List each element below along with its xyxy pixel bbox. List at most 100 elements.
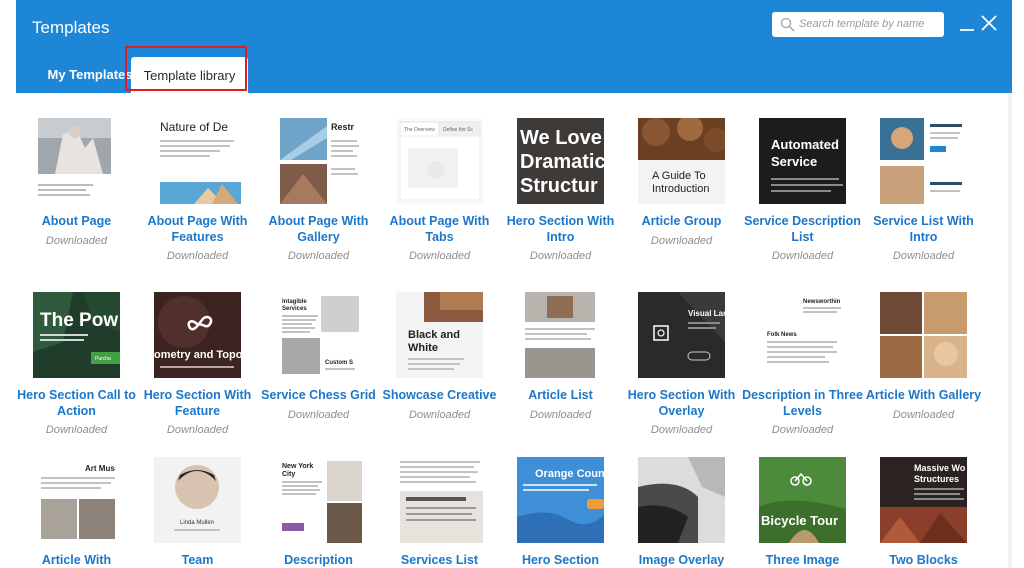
template-card[interactable]: Intagible Services Custom S Service Ches… — [258, 292, 379, 421]
thumb-text: Linda Mullen — [180, 520, 214, 526]
template-thumbnail: Newsworthin Folk News — [759, 292, 846, 378]
template-name: About Page With Tabs — [389, 214, 490, 244]
template-card[interactable]: The Overview Define the Sc About Page Wi… — [379, 118, 500, 262]
template-card[interactable]: Image Overlay — [621, 457, 742, 568]
template-status: Downloaded — [408, 408, 471, 421]
template-name: Service Chess Grid — [261, 388, 376, 402]
template-card[interactable]: Visual Lan Hero Section With Overlay Dow… — [621, 292, 742, 436]
template-name: Image Overlay — [638, 553, 725, 567]
template-status: Downloaded — [166, 250, 229, 262]
template-card[interactable]: Article List Downloaded — [500, 292, 621, 421]
template-card[interactable]: Newsworthin Folk News Description in Thr… — [742, 292, 863, 436]
template-card[interactable]: Bicycle Tour Three Image — [742, 457, 863, 568]
template-card[interactable]: Nature of De About Page With Features Do… — [137, 118, 258, 262]
template-thumbnail: We Love Dramatic Structur — [517, 118, 604, 204]
tab-my-templates[interactable]: My Templates — [34, 55, 146, 93]
template-thumbnail: Art Mus — [33, 457, 120, 543]
template-status: Downloaded — [287, 250, 350, 262]
template-thumbnail: New York City — [275, 457, 362, 543]
template-name: Description — [284, 553, 353, 567]
thumb-text: Newsworthin — [803, 299, 841, 305]
template-thumbnail — [880, 118, 967, 204]
template-thumbnail: The Pow Purcha — [33, 292, 120, 378]
template-status: Downloaded — [166, 424, 229, 436]
thumb-text: Folk News — [767, 332, 797, 338]
dialog-title: Templates — [32, 18, 110, 37]
thumb-text: Bicycle Tour — [761, 513, 838, 528]
template-card[interactable]: ometry and Topol Hero Section With Featu… — [137, 292, 258, 436]
template-status: Downloaded — [650, 424, 713, 436]
template-thumbnail: The Overview Define the Sc — [396, 118, 483, 204]
template-status: Downloaded — [287, 408, 350, 421]
template-thumbnail — [396, 457, 483, 543]
template-status: Downloaded — [892, 250, 955, 262]
template-thumbnail — [880, 292, 967, 378]
template-status: Downloaded — [892, 408, 955, 421]
thumb-text: The Pow — [40, 310, 118, 331]
template-name: Two Blocks — [889, 553, 958, 567]
template-name: About Page — [41, 214, 112, 228]
thumb-text: Intagible Services — [282, 299, 308, 312]
template-status: Downloaded — [529, 250, 592, 262]
template-name: Three Image — [765, 553, 840, 567]
template-thumbnail: Orange Count — [517, 457, 604, 543]
thumb-text: Visual Lan — [688, 309, 725, 318]
search-box[interactable] — [772, 12, 944, 37]
thumb-text: ometry and Topol — [154, 349, 241, 361]
search-input[interactable] — [799, 15, 939, 33]
template-name: About Page With Features — [147, 214, 248, 244]
close-icon[interactable] — [980, 14, 998, 32]
thumb-text: Art Mus — [85, 464, 115, 473]
thumb-text: Custom S — [325, 360, 353, 366]
template-name: Team — [181, 553, 214, 567]
template-card[interactable]: Automated Service Service Description Li… — [742, 118, 863, 262]
template-thumbnail: A Guide To Introduction — [638, 118, 725, 204]
template-card[interactable]: Linda Mullen Team — [137, 457, 258, 568]
template-thumbnail — [638, 457, 725, 543]
thumb-text: A Guide To Introduction — [652, 170, 709, 195]
dialog-header: Templates My Templates Template library — [16, 0, 1012, 93]
template-name: Article Group — [641, 214, 722, 228]
template-name: About Page With Gallery — [268, 214, 369, 244]
template-card[interactable]: Services List — [379, 457, 500, 568]
template-thumbnail: Bicycle Tour — [759, 457, 846, 543]
thumb-text: Define the Sc — [443, 127, 474, 133]
template-card[interactable]: Orange Count Hero Section — [500, 457, 621, 568]
template-status: Downloaded — [408, 250, 471, 262]
template-status: Downloaded — [650, 234, 713, 247]
template-card[interactable]: Service List With Intro Downloaded — [863, 118, 984, 262]
template-thumbnail: Automated Service — [759, 118, 846, 204]
template-name: Showcase Creative — [382, 388, 497, 402]
template-thumbnail: Black and White — [396, 292, 483, 378]
template-card[interactable]: Black and White Showcase Creative Downlo… — [379, 292, 500, 421]
template-name: Services List — [400, 553, 479, 567]
tab-template-library[interactable]: Template library — [131, 57, 248, 93]
template-thumbnail: Massive Wo Structures — [880, 457, 967, 543]
template-card[interactable]: About Page Downloaded — [16, 118, 137, 247]
scrollbar-track[interactable] — [1008, 93, 1012, 568]
template-card[interactable]: We Love Dramatic Structur Hero Section W… — [500, 118, 621, 262]
thumb-text: Purcha — [95, 356, 111, 362]
template-name: Service List With Intro — [873, 214, 974, 244]
template-card[interactable]: Massive Wo Structures Two Blocks — [863, 457, 984, 568]
template-thumbnail: Linda Mullen — [154, 457, 241, 543]
template-card[interactable]: A Guide To Introduction Article Group Do… — [621, 118, 742, 247]
template-status: Downloaded — [45, 234, 108, 247]
template-card[interactable]: Article With Gallery Downloaded — [863, 292, 984, 421]
template-name: Article With Gallery — [865, 388, 982, 402]
template-name: Hero Section With Intro — [506, 214, 615, 244]
template-name: Article List — [528, 388, 593, 402]
template-thumbnail: Nature of De — [154, 118, 241, 204]
template-name: Article With — [41, 553, 112, 567]
thumb-text: Restr — [331, 122, 355, 132]
templates-dialog: Templates My Templates Template library — [16, 0, 1012, 568]
template-card[interactable]: Restr About Page With Gallery Downloaded — [258, 118, 379, 262]
template-name: Hero Section With Overlay — [627, 388, 736, 418]
template-status: Downloaded — [45, 424, 108, 436]
minimize-icon[interactable] — [959, 20, 975, 36]
template-card[interactable]: Art Mus Article With — [16, 457, 137, 568]
template-card[interactable]: The Pow Purcha Hero Section Call to Acti… — [16, 292, 137, 436]
template-card[interactable]: New York City Description — [258, 457, 379, 568]
template-name: Description in Three Levels — [742, 388, 863, 418]
template-thumbnail — [33, 118, 120, 204]
